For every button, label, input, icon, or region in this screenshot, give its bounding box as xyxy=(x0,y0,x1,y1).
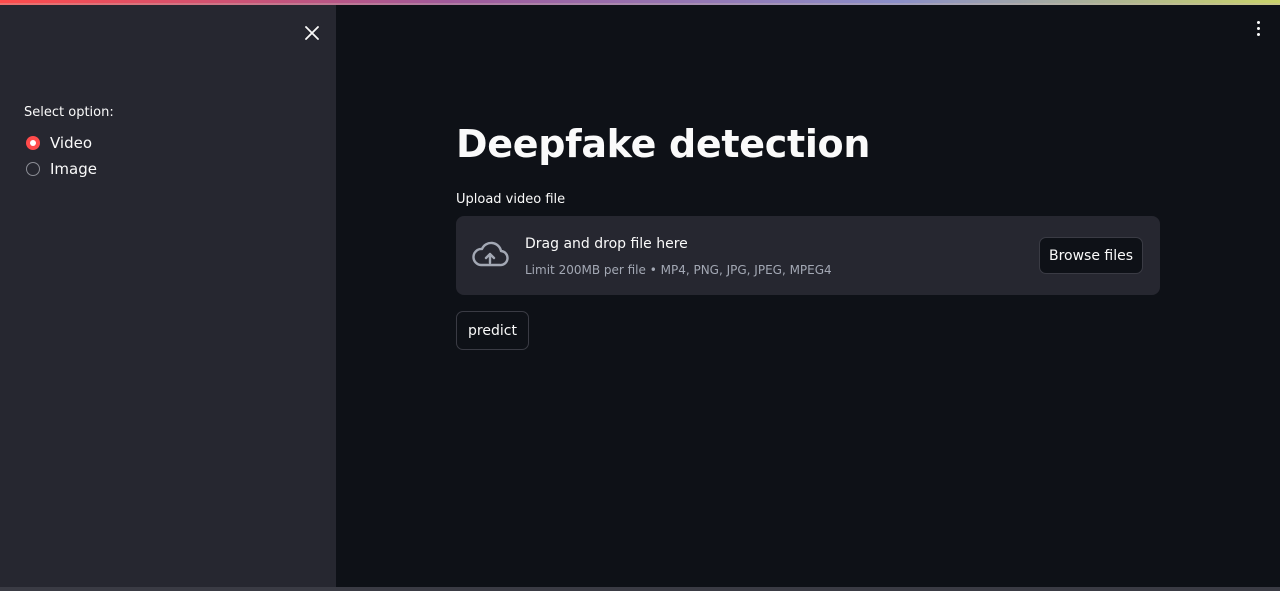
upload-label: Upload video file xyxy=(456,192,566,207)
cloud-upload-icon xyxy=(472,241,509,267)
file-dropzone[interactable]: Drag and drop file here Limit 200MB per … xyxy=(456,216,1160,295)
main-menu-button[interactable] xyxy=(1250,18,1266,38)
sidebar: Select option: Video Image xyxy=(0,5,336,587)
dropzone-subtitle: Limit 200MB per file • MP4, PNG, JPG, JP… xyxy=(525,263,832,277)
browse-files-button[interactable]: Browse files xyxy=(1039,237,1143,274)
radio-option-image[interactable]: Image xyxy=(26,160,97,178)
kebab-menu-icon xyxy=(1256,20,1260,24)
close-icon xyxy=(305,26,319,40)
radio-unselected-icon[interactable] xyxy=(26,162,40,176)
select-option-label: Select option: xyxy=(24,105,114,120)
bottom-border xyxy=(0,587,1280,591)
radio-option-video[interactable]: Video xyxy=(26,134,92,152)
page-title: Deepfake detection xyxy=(456,122,871,166)
radio-label-video: Video xyxy=(50,134,93,152)
dropzone-title: Drag and drop file here xyxy=(525,236,688,252)
predict-button[interactable]: predict xyxy=(456,311,529,350)
radio-selected-icon[interactable] xyxy=(26,136,40,150)
sidebar-close-button[interactable] xyxy=(300,21,324,45)
radio-label-image: Image xyxy=(50,160,97,178)
